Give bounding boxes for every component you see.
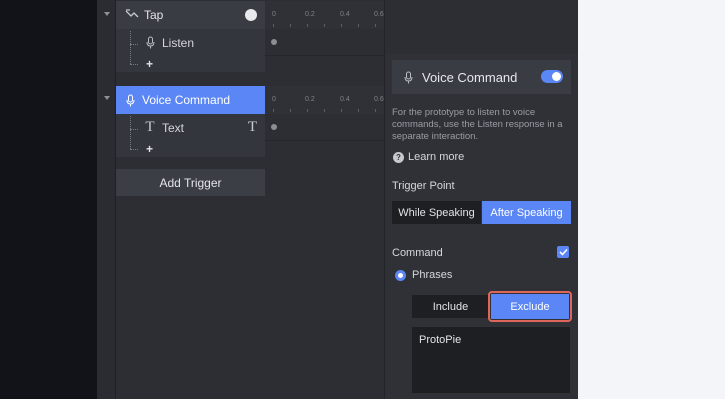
ruler-tick: 0.4: [340, 11, 350, 18]
trigger-tap[interactable]: Tap: [116, 1, 265, 29]
canvas-area: [0, 0, 97, 399]
ruler-tick: 0: [272, 96, 276, 103]
microphone-icon: [402, 70, 414, 84]
tree-connector: [130, 149, 138, 150]
voice-command-toggle[interactable]: [541, 70, 563, 83]
response-listen-label: Listen: [162, 35, 195, 50]
after-speaking-option[interactable]: After Speaking: [482, 201, 571, 224]
ruler-tick: 0.2: [305, 96, 315, 103]
ruler-tick: 0.4: [340, 96, 350, 103]
inspector-panel: Voice Command For the prototype to liste…: [384, 0, 579, 399]
text-layer-icon: T: [247, 119, 257, 135]
microphone-icon: [124, 93, 136, 107]
right-background: [578, 0, 725, 399]
while-speaking-option[interactable]: While Speaking: [392, 201, 481, 224]
trigger-voice-command[interactable]: Voice Command: [116, 86, 265, 114]
keyframe-dot[interactable]: [271, 124, 277, 130]
text-icon: T: [145, 119, 155, 135]
tree-connector: [130, 31, 131, 64]
phrases-radio[interactable]: Phrases: [395, 269, 452, 281]
tree-connector: [130, 44, 138, 45]
command-label: Command: [392, 247, 443, 259]
response-text[interactable]: T Text T: [116, 114, 265, 141]
inspector-title: Voice Command: [422, 69, 518, 85]
ruler-tick: 0.2: [305, 11, 315, 18]
collapse-tap-icon[interactable]: [104, 12, 110, 16]
tap-icon: [124, 8, 140, 22]
ruler-tick: 0.6: [374, 96, 384, 103]
radio-selected-icon: [395, 269, 406, 281]
tree-connector: [130, 116, 131, 149]
trigger-point-label: Trigger Point: [392, 180, 455, 192]
timeline-ruler-voice: 0 0.2 0.4 0.6: [265, 86, 384, 114]
response-listen[interactable]: Listen: [116, 29, 265, 56]
exclude-option[interactable]: Exclude: [491, 294, 569, 319]
timeline-ruler-tap: 0 0.2 0.4 0.6: [265, 1, 384, 29]
trigger-tap-indicator: [245, 9, 257, 21]
learn-more-link[interactable]: ? Learn more: [393, 151, 464, 163]
phrases-textarea[interactable]: ProtoPie: [412, 327, 570, 393]
ruler-tick: 0.6: [374, 11, 384, 18]
keyframe-dot[interactable]: [271, 39, 277, 45]
trigger-voice-command-label: Voice Command: [142, 93, 231, 107]
ruler-tick: 0: [272, 11, 276, 18]
include-option[interactable]: Include: [412, 295, 489, 318]
timeline-panel: 0 0.2 0.4 0.6 0 0.2 0.4 0.6: [265, 0, 384, 399]
inspector-header-space: [385, 0, 579, 54]
voice-command-card: Voice Command: [392, 60, 571, 94]
collapse-voice-command-icon[interactable]: [104, 96, 110, 100]
command-checkbox[interactable]: [557, 246, 569, 258]
help-icon: ?: [393, 151, 404, 163]
add-response-tap-button[interactable]: +: [116, 56, 265, 72]
timeline-track-listen[interactable]: [265, 29, 384, 56]
trigger-tap-label: Tap: [144, 8, 164, 22]
timeline-track-text[interactable]: [265, 114, 384, 141]
tree-connector: [130, 64, 138, 65]
layer-tree-gutter: [97, 0, 116, 399]
add-trigger-button[interactable]: Add Trigger: [116, 169, 265, 196]
description-text: For the prototype to listen to voice com…: [392, 107, 563, 142]
tree-connector: [130, 129, 138, 130]
check-icon: [558, 248, 568, 256]
add-response-voice-command-button[interactable]: +: [116, 141, 265, 157]
microphone-icon: [144, 36, 156, 50]
interaction-panel: Tap Listen + Voice Command T Text T + Ad…: [116, 0, 265, 399]
response-text-label: Text: [162, 120, 185, 135]
